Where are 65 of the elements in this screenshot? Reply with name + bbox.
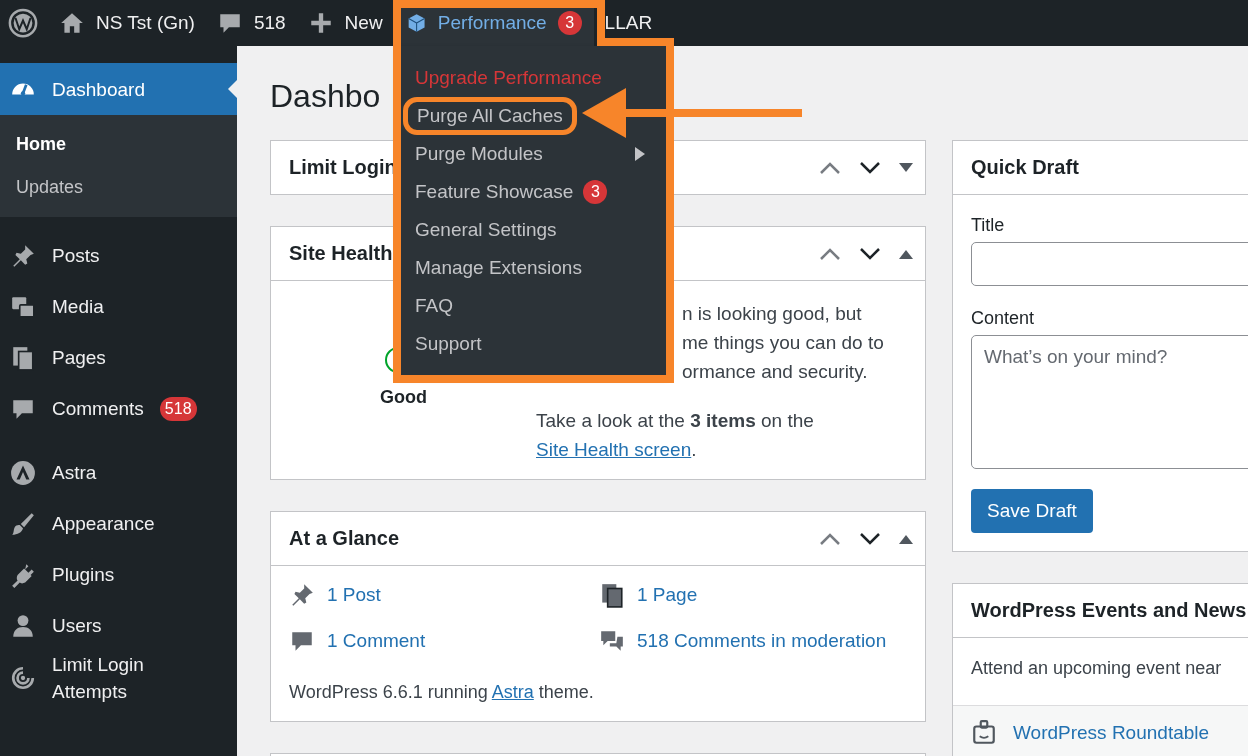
box-title: WordPress Events and News (971, 599, 1248, 622)
sidebar-item[interactable]: Pages (0, 332, 237, 383)
sidebar-item[interactable]: Astra (0, 447, 237, 498)
move-up-icon[interactable] (819, 160, 841, 175)
field-label: Content (971, 308, 1036, 329)
site-health-link[interactable]: Site Health screen (536, 439, 692, 460)
health-text: n is looking good, but (681, 302, 863, 326)
toolbar-item[interactable]: LLAR (604, 12, 653, 34)
sidebar-item[interactable]: Appearance (0, 498, 237, 549)
sidebar-item[interactable]: Users (0, 600, 237, 651)
sidebar-item[interactable]: Media (0, 281, 237, 332)
health-text: me things you can do to (681, 331, 885, 355)
comments-icon (599, 628, 625, 654)
caret-icon (635, 147, 645, 161)
theme-link[interactable]: Astra (491, 682, 534, 702)
glance-link[interactable]: 1 Page (637, 584, 698, 606)
menu-item[interactable]: Feature Showcase 3 (397, 173, 667, 211)
plug-icon (10, 561, 36, 588)
toolbar-item[interactable]: New (344, 12, 383, 34)
box-title: Quick Draft (971, 156, 1080, 179)
submenu-item[interactable]: Updates (0, 166, 237, 209)
collapse-icon[interactable] (899, 248, 913, 259)
content-field[interactable]: What’s on your mind? (971, 335, 1248, 469)
health-status: Good (380, 387, 427, 408)
menu-item[interactable]: Purge All Caches (403, 97, 577, 135)
brush-icon (10, 510, 36, 537)
box-title: Site Health (289, 242, 394, 265)
menu-item[interactable]: FAQ (397, 287, 667, 325)
move-down-icon[interactable] (859, 246, 881, 261)
move-up-icon[interactable] (819, 246, 841, 261)
page-title: Dashbo (270, 78, 381, 115)
field-label: Title (971, 215, 1006, 236)
title-field[interactable] (971, 242, 1248, 286)
move-up-icon[interactable] (819, 531, 841, 546)
sidebar-item[interactable]: Plugins (0, 549, 237, 600)
menu-item[interactable]: General Settings (397, 211, 667, 249)
menu-item[interactable]: Manage Extensions (397, 249, 667, 287)
health-text: ormance and security. (681, 360, 869, 384)
glance-link[interactable]: 1 Comment (327, 630, 426, 652)
rings-icon (10, 665, 36, 691)
events-intro: Attend an upcoming event near (970, 657, 1223, 680)
sidebar-item[interactable]: Dashboard (0, 63, 237, 115)
wordpress-logo-icon (8, 8, 38, 38)
calendar-icon (971, 720, 997, 746)
menu-item[interactable]: Purge Modules (397, 135, 667, 173)
move-down-icon[interactable] (859, 531, 881, 546)
toolbar-item[interactable]: NS Tst (Gn) (96, 12, 195, 34)
user-icon (10, 612, 36, 639)
submenu-item[interactable]: Home (0, 123, 237, 166)
expand-icon[interactable] (899, 162, 913, 173)
sidebar-item[interactable]: Posts (0, 230, 237, 281)
astra-icon (10, 459, 36, 486)
glance-link[interactable]: 518 Comments in moderation (637, 630, 887, 652)
toolbar-item[interactable]: 518 (253, 12, 286, 34)
save-draft-button[interactable]: Save Draft (971, 489, 1093, 533)
glance-link[interactable]: 1 Post (327, 584, 381, 606)
sidebar-item[interactable]: Limit Login Attempts (0, 651, 237, 705)
sidebar-item[interactable]: Comments 518 (0, 383, 237, 434)
move-down-icon[interactable] (859, 160, 881, 175)
pages-icon (599, 582, 625, 608)
version-text: WordPress 6.6.1 running Astra theme. (289, 682, 595, 703)
box-title: At a Glance (289, 527, 401, 550)
menu-item[interactable]: Support (397, 325, 667, 363)
collapse-icon[interactable] (899, 533, 913, 544)
health-note: Take a look at the 3 items on the Site Health screen. (536, 409, 815, 462)
